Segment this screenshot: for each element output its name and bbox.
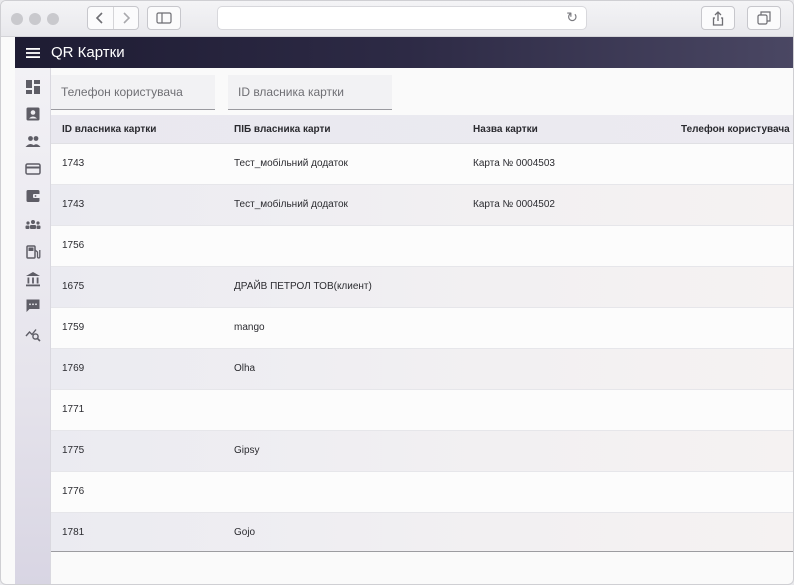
- wallet-icon[interactable]: [25, 188, 41, 204]
- table-row[interactable]: 1743 Тест_мобільний додаток Карта № 0004…: [51, 185, 793, 226]
- cell-owner-id: 1743: [62, 158, 85, 169]
- table-header: ID власника картки ПІБ власника карти На…: [51, 115, 793, 144]
- fuel-station-icon[interactable]: [25, 244, 41, 260]
- column-header-card-name[interactable]: Назва картки: [473, 124, 538, 135]
- cell-card-name: Карта № 0004503: [473, 158, 555, 169]
- groups-icon[interactable]: [25, 216, 41, 232]
- chat-icon[interactable]: [25, 298, 41, 314]
- hamburger-menu-icon: [26, 47, 40, 58]
- table-row[interactable]: 1771: [51, 390, 793, 431]
- chevron-right-icon: [123, 12, 130, 24]
- page-title: QR Картки: [51, 44, 125, 61]
- browser-window: ↻ QR Картки Телефон користувача ID власн…: [0, 0, 794, 585]
- sidebar: [15, 68, 51, 584]
- tabs-overview-button[interactable]: [747, 6, 781, 30]
- table-row[interactable]: 1775 Gipsy: [51, 431, 793, 472]
- share-icon: [712, 10, 724, 26]
- card-owner-id-filter-input[interactable]: ID власника картки: [228, 75, 392, 110]
- table-row[interactable]: 1769 Olha: [51, 349, 793, 390]
- browser-toolbar: ↻: [1, 1, 793, 37]
- analytics-icon[interactable]: [25, 326, 41, 342]
- menu-button[interactable]: [15, 37, 51, 68]
- chevron-left-icon: [96, 12, 103, 24]
- history-nav: [87, 6, 139, 30]
- contact-card-icon[interactable]: [25, 106, 41, 122]
- table-row[interactable]: 1781 Gojo: [51, 513, 793, 551]
- table-row[interactable]: 1759 mango: [51, 308, 793, 349]
- sidebar-toggle-button[interactable]: [147, 6, 181, 30]
- share-button[interactable]: [701, 6, 735, 30]
- tabs-icon: [757, 11, 771, 25]
- table-row[interactable]: 1756: [51, 226, 793, 267]
- cell-owner-name: ДРАЙВ ПЕТРОЛ ТОВ(клиент): [234, 281, 372, 292]
- cell-owner-id: 1776: [62, 486, 85, 497]
- qr-cards-table: ID власника картки ПІБ власника карти На…: [51, 115, 793, 552]
- cell-owner-id: 1769: [62, 363, 85, 374]
- cell-owner-id: 1756: [62, 240, 85, 251]
- cell-owner-id: 1743: [62, 199, 85, 210]
- minimize-window-button[interactable]: [29, 13, 41, 25]
- reload-icon[interactable]: ↻: [566, 9, 578, 26]
- cell-owner-name: Тест_мобільний додаток: [234, 158, 348, 169]
- table-row[interactable]: 1776: [51, 472, 793, 513]
- cell-owner-id: 1775: [62, 445, 85, 456]
- address-bar[interactable]: ↻: [217, 6, 587, 30]
- phone-filter-input[interactable]: Телефон користувача: [51, 75, 215, 110]
- cell-owner-name: mango: [234, 322, 265, 333]
- cell-owner-id: 1771: [62, 404, 85, 415]
- back-button[interactable]: [88, 7, 113, 29]
- phone-filter-placeholder: Телефон користувача: [61, 85, 183, 99]
- column-header-owner-name[interactable]: ПІБ власника карти: [234, 124, 331, 135]
- close-window-button[interactable]: [11, 13, 23, 25]
- column-header-phone[interactable]: Телефон користувача: [681, 124, 790, 135]
- people-icon[interactable]: [25, 133, 41, 149]
- table-row[interactable]: 1743 Тест_мобільний додаток Карта № 0004…: [51, 144, 793, 185]
- bank-icon[interactable]: [25, 271, 41, 287]
- cell-owner-name: Olha: [234, 363, 256, 374]
- cell-owner-name: Gipsy: [234, 445, 260, 456]
- dashboard-icon[interactable]: [25, 79, 41, 95]
- card-owner-id-filter-placeholder: ID власника картки: [238, 85, 345, 99]
- cell-owner-name: Тест_мобільний додаток: [234, 199, 348, 210]
- cell-owner-id: 1781: [62, 527, 85, 538]
- credit-card-icon[interactable]: [25, 161, 41, 177]
- forward-button[interactable]: [112, 7, 139, 29]
- sidebar-icon: [156, 12, 172, 24]
- app-header: QR Картки: [15, 37, 793, 68]
- cell-owner-name: Gojo: [234, 527, 256, 538]
- cell-owner-id: 1759: [62, 322, 85, 333]
- cell-owner-id: 1675: [62, 281, 85, 292]
- column-header-owner-id[interactable]: ID власника картки: [62, 124, 156, 135]
- zoom-window-button[interactable]: [47, 13, 59, 25]
- cell-card-name: Карта № 0004502: [473, 199, 555, 210]
- table-row[interactable]: 1675 ДРАЙВ ПЕТРОЛ ТОВ(клиент): [51, 267, 793, 308]
